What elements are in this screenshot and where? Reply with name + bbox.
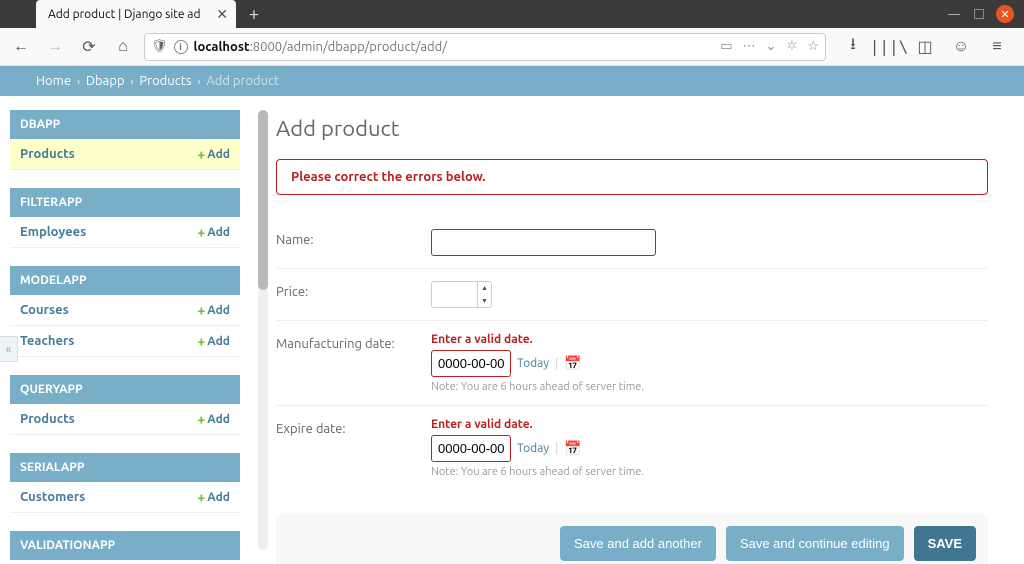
plus-icon: + xyxy=(197,302,205,318)
model-row: Courses+ Add xyxy=(10,295,240,326)
exp-today-link[interactable]: Today xyxy=(517,442,549,455)
model-link[interactable]: Products xyxy=(20,147,197,161)
tracking-shield-icon[interactable]: 🛡 xyxy=(151,39,168,54)
app-header-queryapp[interactable]: QUERYAPP xyxy=(10,375,240,404)
breadcrumb-sep: › xyxy=(198,76,201,87)
model-link[interactable]: Employees xyxy=(20,225,197,239)
save-button[interactable]: SAVE xyxy=(914,526,976,561)
permissions-icon[interactable]: ✲ xyxy=(786,39,797,54)
url-bar[interactable]: 🛡 i localhost:8000/admin/dbapp/product/a… xyxy=(144,33,826,61)
url-text: localhost:8000/admin/dbapp/product/add/ xyxy=(194,40,715,54)
model-add-link[interactable]: + Add xyxy=(197,411,230,427)
library-icon[interactable]: |||\ xyxy=(876,34,902,60)
breadcrumb-sep: › xyxy=(131,76,134,87)
page-actions-icon[interactable]: ⋯ xyxy=(743,39,756,54)
breadcrumb: Home › Dbapp › Products › Add product xyxy=(0,66,1024,96)
plus-icon: + xyxy=(197,146,205,162)
app-header-serialapp[interactable]: SERIALAPP xyxy=(10,453,240,482)
model-add-link[interactable]: + Add xyxy=(197,302,230,318)
reload-button[interactable]: ⟳ xyxy=(76,34,102,60)
model-row: Teachers+ Add xyxy=(10,326,240,357)
exp-help: Note: You are 6 hours ahead of server ti… xyxy=(431,466,988,478)
plus-icon: + xyxy=(197,224,205,240)
price-input-wrapper: ▲ ▼ xyxy=(431,281,492,308)
model-add-link[interactable]: + Add xyxy=(197,489,230,505)
app-header-modelapp[interactable]: MODELAPP xyxy=(10,266,240,295)
calendar-icon[interactable]: 📅 xyxy=(564,355,581,372)
window-minimize-icon[interactable]: — xyxy=(946,6,962,22)
close-tab-icon[interactable]: ✕ xyxy=(216,6,228,23)
form-row-price: Price: ▲ ▼ xyxy=(276,269,988,321)
model-link[interactable]: Courses xyxy=(20,303,197,317)
price-step-up[interactable]: ▲ xyxy=(478,282,491,295)
name-label: Name: xyxy=(276,229,431,247)
window-close-icon[interactable]: ✕ xyxy=(996,5,1014,23)
model-row: Products+ Add xyxy=(10,139,240,170)
model-add-link[interactable]: + Add xyxy=(197,146,230,162)
browser-toolbar: ← → ⟳ ⌂ 🛡 i localhost:8000/admin/dbapp/p… xyxy=(0,28,1024,66)
sidebar-collapse-handle[interactable]: « xyxy=(0,336,18,362)
calendar-icon[interactable]: 📅 xyxy=(564,440,581,457)
form-row-manufacturing-date: Manufacturing date: Enter a valid date. … xyxy=(276,321,988,406)
error-note: Please correct the errors below. xyxy=(276,159,988,195)
app-header-filterapp[interactable]: FILTERAPP xyxy=(10,188,240,217)
home-button[interactable]: ⌂ xyxy=(110,34,136,60)
model-link[interactable]: Teachers xyxy=(20,334,197,348)
mfg-help: Note: You are 6 hours ahead of server ti… xyxy=(431,381,988,393)
back-button[interactable]: ← xyxy=(8,34,34,60)
model-add-link[interactable]: + Add xyxy=(197,224,230,240)
exp-label: Expire date: xyxy=(276,418,431,436)
save-continue-button[interactable]: Save and continue editing xyxy=(726,526,904,561)
mfg-today-link[interactable]: Today xyxy=(517,357,549,370)
plus-icon: + xyxy=(197,489,205,505)
mfg-label: Manufacturing date: xyxy=(276,333,431,351)
breadcrumb-app[interactable]: Dbapp xyxy=(86,74,125,88)
browser-tab[interactable]: Add product | Django site ad ✕ xyxy=(36,0,236,28)
model-link[interactable]: Customers xyxy=(20,490,197,504)
price-label: Price: xyxy=(276,281,431,299)
app-header-validationapp[interactable]: VALIDATIONAPP xyxy=(10,531,240,560)
reader-mode-icon[interactable]: ▭ xyxy=(720,39,732,54)
admin-sidebar: DBAPPProducts+ AddFILTERAPPEmployees+ Ad… xyxy=(0,96,240,564)
form-row-expire-date: Expire date: Enter a valid date. Today |… xyxy=(276,406,988,490)
forward-button: → xyxy=(42,34,68,60)
price-input[interactable] xyxy=(432,283,477,306)
model-link[interactable]: Products xyxy=(20,412,197,426)
sidebar-toggle-icon[interactable]: ◫ xyxy=(912,34,938,60)
exp-date-input[interactable] xyxy=(431,435,511,462)
breadcrumb-sep: › xyxy=(77,76,80,87)
exp-error: Enter a valid date. xyxy=(431,418,988,431)
mfg-error: Enter a valid date. xyxy=(431,333,988,346)
content-area: Add product Please correct the errors be… xyxy=(240,96,1024,564)
pocket-icon[interactable]: ⌄ xyxy=(766,39,777,54)
model-row: Products+ Add xyxy=(10,404,240,435)
plus-icon: + xyxy=(197,333,205,349)
bookmark-star-icon[interactable]: ☆ xyxy=(807,39,819,54)
menu-icon[interactable]: ≡ xyxy=(984,34,1010,60)
mfg-date-input[interactable] xyxy=(431,350,511,377)
app-header-dbapp[interactable]: DBAPP xyxy=(10,110,240,139)
plus-icon: + xyxy=(197,411,205,427)
breadcrumb-home[interactable]: Home xyxy=(36,74,71,88)
os-titlebar: Add product | Django site ad ✕ + — ✕ xyxy=(0,0,1024,28)
model-add-link[interactable]: + Add xyxy=(197,333,230,349)
breadcrumb-model[interactable]: Products xyxy=(139,74,191,88)
new-tab-button[interactable]: + xyxy=(242,2,266,26)
window-maximize-icon[interactable] xyxy=(974,9,984,19)
submit-row: Save and add another Save and continue e… xyxy=(276,514,988,564)
tab-title: Add product | Django site ad xyxy=(48,8,201,21)
site-info-icon[interactable]: i xyxy=(174,40,188,54)
form-row-name: Name: xyxy=(276,217,988,269)
breadcrumb-current: Add product xyxy=(206,74,279,88)
model-row: Employees+ Add xyxy=(10,217,240,248)
save-add-another-button[interactable]: Save and add another xyxy=(560,526,716,561)
name-input[interactable] xyxy=(431,229,656,256)
downloads-icon[interactable]: ⭳ xyxy=(840,34,866,60)
page-title: Add product xyxy=(276,116,988,141)
account-icon[interactable]: ☺ xyxy=(948,34,974,60)
price-step-down[interactable]: ▼ xyxy=(478,295,491,308)
model-row: Customers+ Add xyxy=(10,482,240,513)
